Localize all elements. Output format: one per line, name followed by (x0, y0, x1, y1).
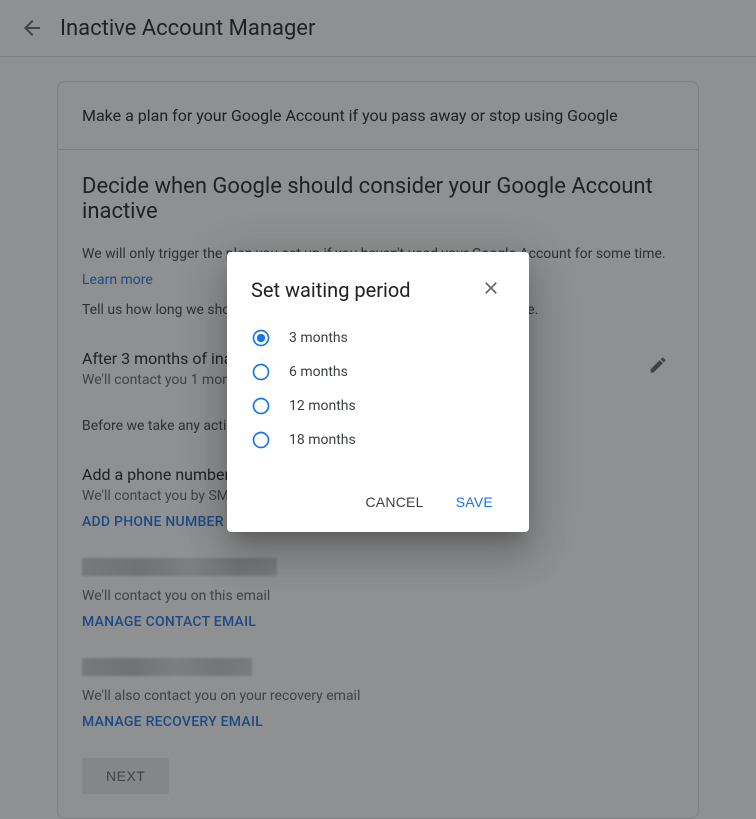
radio-icon (251, 328, 271, 348)
radio-label: 18 months (289, 432, 356, 448)
radio-option-18-months[interactable]: 18 months (251, 430, 505, 450)
radio-option-6-months[interactable]: 6 months (251, 362, 505, 382)
save-button[interactable]: SAVE (444, 486, 505, 518)
radio-icon (251, 362, 271, 382)
radio-option-12-months[interactable]: 12 months (251, 396, 505, 416)
radio-icon (251, 430, 271, 450)
radio-label: 12 months (289, 398, 356, 414)
radio-label: 6 months (289, 364, 348, 380)
close-icon (481, 278, 501, 298)
radio-label: 3 months (289, 330, 348, 346)
waiting-period-dialog: Set waiting period 3 months 6 months 12 mo… (227, 252, 529, 532)
radio-icon (251, 396, 271, 416)
radio-group: 3 months 6 months 12 months 18 months (251, 328, 505, 450)
dialog-close-button[interactable] (477, 274, 505, 306)
radio-option-3-months[interactable]: 3 months (251, 328, 505, 348)
dialog-title: Set waiting period (251, 278, 411, 302)
cancel-button[interactable]: CANCEL (353, 486, 435, 518)
